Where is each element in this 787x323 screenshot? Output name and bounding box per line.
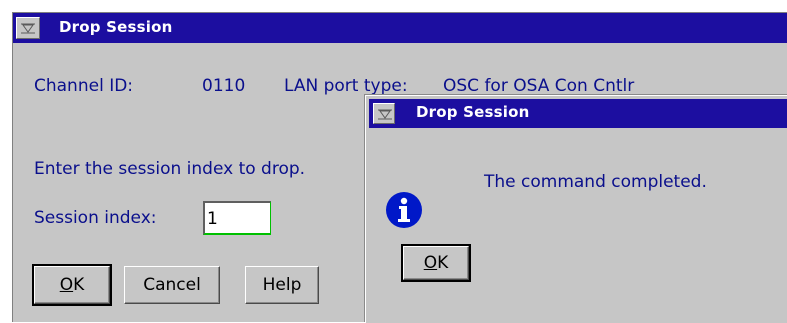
window-title: Drop Session [59,18,173,36]
instruction-text: Enter the session index to drop. [34,159,306,179]
ok-mnemonic: O [59,275,74,295]
channel-id-label: Channel ID: [34,76,134,96]
ok-button[interactable]: OK [32,264,112,306]
session-index-input[interactable] [205,203,270,233]
help-button[interactable]: Help [245,266,319,304]
session-index-label: Session index: [34,208,157,228]
session-index-field[interactable] [203,201,271,235]
system-menu-icon [378,109,392,120]
dialog-ok-mnemonic: O [423,253,438,273]
dialog-ok-button[interactable]: OK [401,244,471,282]
ok-label-rest: K [73,275,85,295]
dialog-title-bar[interactable]: Drop Session [369,99,787,128]
system-menu-button[interactable] [16,17,40,39]
dialog-system-menu-button[interactable] [373,103,395,124]
channel-id-value: 0110 [202,76,246,96]
cancel-button[interactable]: Cancel [124,266,220,304]
dialog-ok-label-rest: K [437,253,449,273]
message-text: The command completed. [484,172,707,192]
info-icon [386,192,422,228]
lan-port-type-label: LAN port type: [284,76,408,96]
message-dialog: Drop Session The command completed. OK [365,95,787,323]
dialog-title: Drop Session [416,103,530,121]
system-menu-icon [21,23,35,34]
lan-port-type-value: OSC for OSA Con Cntlr [443,76,635,96]
title-bar[interactable]: Drop Session [13,13,787,43]
